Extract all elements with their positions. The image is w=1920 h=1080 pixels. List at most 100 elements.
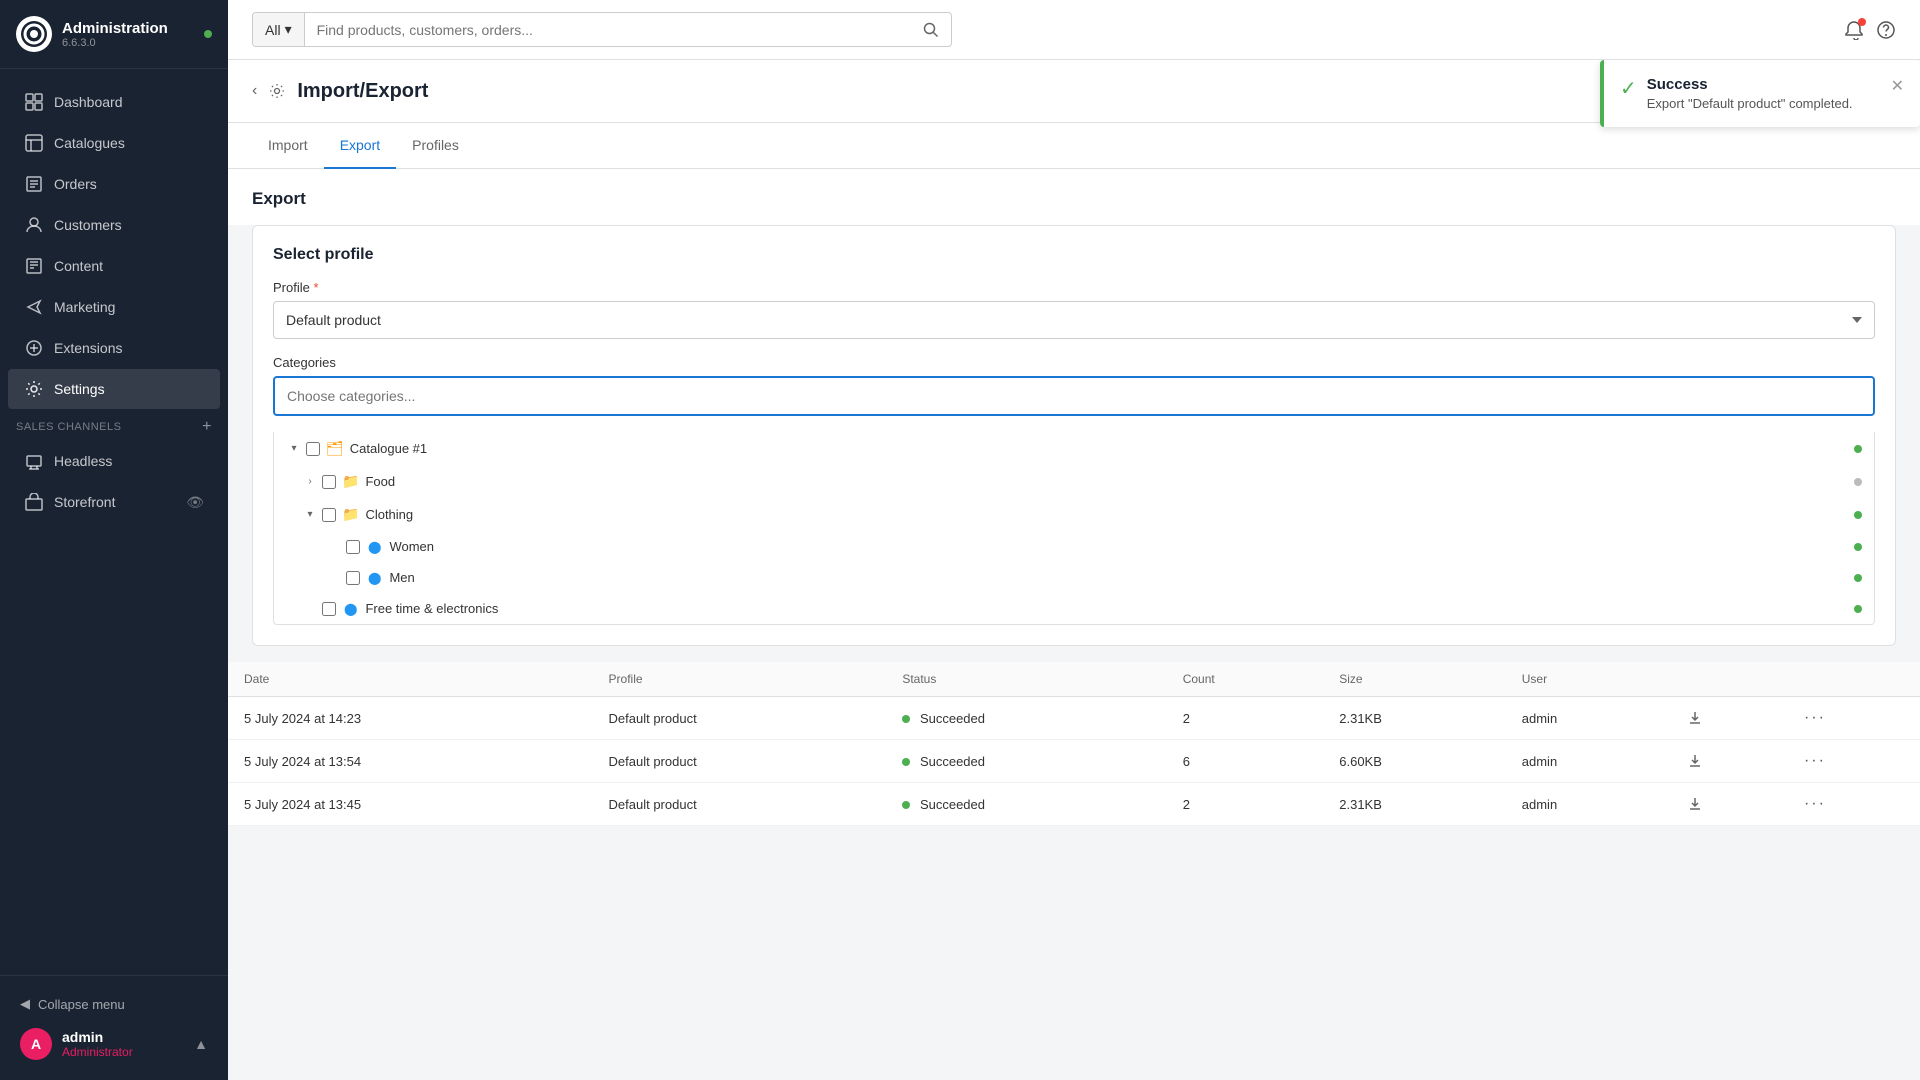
sidebar-item-customers[interactable]: Customers xyxy=(8,205,220,245)
help-button[interactable] xyxy=(1876,20,1896,40)
col-date: Date xyxy=(228,662,593,697)
women-status-dot xyxy=(1854,543,1862,551)
categories-input[interactable] xyxy=(273,376,1875,416)
orders-icon xyxy=(24,174,44,194)
sidebar-item-settings[interactable]: Settings xyxy=(8,369,220,409)
catalogue1-chevron-icon[interactable]: ▾ xyxy=(286,443,302,454)
dashboard-icon xyxy=(24,92,44,112)
row3-actions-button[interactable]: ··· xyxy=(1804,795,1826,813)
collapse-icon: ◀ xyxy=(20,996,30,1012)
sidebar-item-orders[interactable]: Orders xyxy=(8,164,220,204)
sidebar-item-dashboard[interactable]: Dashboard xyxy=(8,82,220,122)
sidebar-item-content[interactable]: Content xyxy=(8,246,220,286)
sidebar-label-headless: Headless xyxy=(54,453,112,469)
sidebar-item-marketing[interactable]: Marketing xyxy=(8,287,220,327)
clothing-chevron-icon[interactable]: ▾ xyxy=(302,509,318,520)
row2-download[interactable] xyxy=(1671,740,1788,783)
freeelectronics-status-dot xyxy=(1854,605,1862,613)
catalogue1-checkbox[interactable] xyxy=(306,442,320,456)
notification-close-button[interactable]: ✕ xyxy=(1891,76,1904,96)
marketing-icon xyxy=(24,297,44,317)
table-row: 5 July 2024 at 13:54 Default product Suc… xyxy=(228,740,1920,783)
sidebar-label-marketing: Marketing xyxy=(54,299,115,315)
tab-export[interactable]: Export xyxy=(324,123,396,169)
status-dot xyxy=(204,30,212,38)
catalogue1-label: Catalogue #1 xyxy=(350,441,1850,456)
app-name: Administration xyxy=(62,20,168,37)
row3-status-text: Succeeded xyxy=(920,797,985,812)
tree-item-food: › 📁 Food xyxy=(274,465,1874,498)
notification-badge xyxy=(1858,18,1866,26)
men-checkbox[interactable] xyxy=(346,571,360,585)
food-label: Food xyxy=(365,474,1850,489)
food-folder-icon: 📁 xyxy=(342,473,359,490)
col-profile: Profile xyxy=(593,662,887,697)
tab-import[interactable]: Import xyxy=(252,123,324,169)
sidebar-footer: ◀ Collapse menu A admin Administrator ▲ xyxy=(0,975,228,1080)
catalogue1-status-dot xyxy=(1854,445,1862,453)
clothing-checkbox[interactable] xyxy=(322,508,336,522)
food-chevron-icon[interactable]: › xyxy=(302,476,318,487)
sales-channels-label: Sales Channels xyxy=(16,421,121,433)
app-logo xyxy=(16,16,52,52)
food-status-dot xyxy=(1854,478,1862,486)
row2-actions-button[interactable]: ··· xyxy=(1804,752,1826,770)
row1-count: 2 xyxy=(1167,697,1324,740)
freeelectronics-checkbox[interactable] xyxy=(322,602,336,616)
user-avatar: A xyxy=(20,1028,52,1060)
collapse-label: Collapse menu xyxy=(38,997,125,1012)
sidebar-label-customers: Customers xyxy=(54,217,122,233)
sidebar-item-catalogues[interactable]: Catalogues xyxy=(8,123,220,163)
catalogue-icon xyxy=(24,133,44,153)
row1-download[interactable] xyxy=(1671,697,1788,740)
back-button[interactable]: ‹ xyxy=(252,82,257,100)
food-checkbox[interactable] xyxy=(322,475,336,489)
search-all-button[interactable]: All ▾ xyxy=(253,13,305,46)
search-input[interactable] xyxy=(305,14,911,46)
success-icon: ✓ xyxy=(1620,76,1637,101)
table-row: 5 July 2024 at 14:23 Default product Suc… xyxy=(228,697,1920,740)
row3-count: 2 xyxy=(1167,783,1324,826)
sidebar-item-extensions[interactable]: Extensions xyxy=(8,328,220,368)
tree-item-freeelectronics: ⬤ Free time & electronics xyxy=(274,593,1874,624)
add-sales-channel-icon[interactable]: + xyxy=(202,418,212,436)
app-version: 6.6.3.0 xyxy=(62,37,168,49)
row1-actions: ··· xyxy=(1788,697,1920,740)
women-checkbox[interactable] xyxy=(346,540,360,554)
profile-select[interactable]: Default product xyxy=(273,301,1875,339)
storefront-eye-icon[interactable]: 👁 xyxy=(186,494,204,511)
freeelectronics-bullet-icon: ⬤ xyxy=(344,602,357,616)
col-download xyxy=(1671,662,1788,697)
headless-icon xyxy=(24,451,44,471)
men-status-dot xyxy=(1854,574,1862,582)
tabs-bar: Import Export Profiles xyxy=(228,123,1920,169)
tree-item-women: ⬤ Women xyxy=(274,531,1874,562)
user-area[interactable]: A admin Administrator ▲ xyxy=(12,1020,216,1068)
page-settings-button[interactable] xyxy=(269,83,285,99)
notifications-button[interactable] xyxy=(1844,20,1864,40)
tab-profiles[interactable]: Profiles xyxy=(396,123,475,169)
topbar-actions xyxy=(1844,20,1896,40)
topbar: All ▾ xyxy=(228,0,1920,60)
sidebar-nav: Dashboard Catalogues Orders Customers xyxy=(0,69,228,975)
search-submit-button[interactable] xyxy=(911,14,951,46)
row1-actions-button[interactable]: ··· xyxy=(1804,709,1826,727)
freeelectronics-label: Free time & electronics xyxy=(365,601,1850,616)
clothing-status-dot xyxy=(1854,511,1862,519)
success-notification: ✓ Success Export "Default product" compl… xyxy=(1600,60,1920,127)
sidebar-label-storefront: Storefront xyxy=(54,494,115,510)
export-wrapper: Export Select profile Profile * Default … xyxy=(228,169,1920,850)
search-dropdown-icon: ▾ xyxy=(285,21,292,38)
page-title: Import/Export xyxy=(297,80,1798,103)
collapse-menu-button[interactable]: ◀ Collapse menu xyxy=(12,988,216,1020)
storefront-icon xyxy=(24,492,44,512)
content-area: ‹ Import/Export English Import Export Pr… xyxy=(228,60,1920,1080)
export-section-title: Export xyxy=(228,169,1920,225)
row3-download[interactable] xyxy=(1671,783,1788,826)
row2-user: admin xyxy=(1506,740,1671,783)
sidebar-header: Administration 6.6.3.0 xyxy=(0,0,228,69)
category-tree: ▾ 🗂 Catalogue #1 › 📁 Food xyxy=(273,432,1875,625)
sidebar-item-storefront[interactable]: Storefront 👁 xyxy=(8,482,220,522)
sidebar-item-headless[interactable]: Headless xyxy=(8,441,220,481)
user-role: Administrator xyxy=(62,1045,184,1059)
